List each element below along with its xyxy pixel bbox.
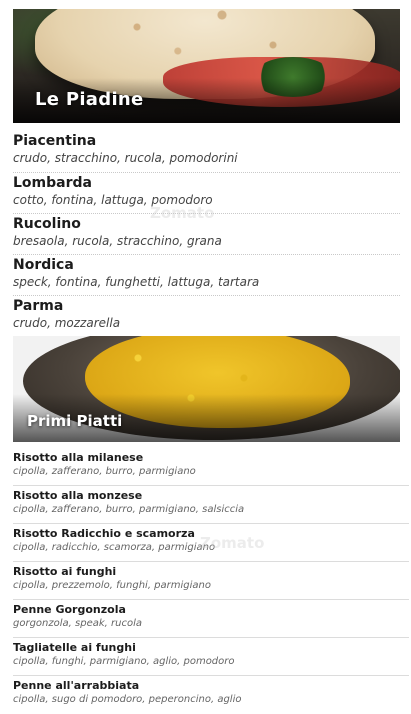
piadine-hero-image: Le Piadine <box>13 9 400 123</box>
menu-item-name: Rucolino <box>13 216 81 232</box>
menu-item-risotto-milanese[interactable]: Risotto alla milanese cipolla, zafferano… <box>13 448 409 486</box>
menu-item-ingredients: cipolla, zafferano, burro, parmigiano, s… <box>13 504 245 515</box>
menu-item-name: Nordica <box>13 257 74 273</box>
menu-item-name: Lombarda <box>13 175 92 191</box>
menu-item-tagliatelle-funghi[interactable]: Tagliatelle ai funghi cipolla, funghi, p… <box>13 638 409 676</box>
menu-item-parma[interactable]: Parma crudo, mozzarella <box>13 296 400 337</box>
menu-item-name: Piacentina <box>13 133 97 149</box>
menu-item-ingredients: cipolla, zafferano, burro, parmigiano <box>13 466 196 477</box>
menu-item-risotto-radicchio[interactable]: Risotto Radicchio e scamorza cipolla, ra… <box>13 524 409 562</box>
menu-item-rucolino[interactable]: Rucolino bresaola, rucola, stracchino, g… <box>13 214 400 255</box>
section-title-primi: Primi Piatti <box>27 412 123 430</box>
menu-item-name: Risotto ai funghi <box>13 565 117 578</box>
primi-hero-image: Primi Piatti <box>13 336 400 442</box>
menu-item-name: Risotto Radicchio e scamorza <box>13 527 195 540</box>
menu-item-ingredients: speck, fontina, funghetti, lattuga, tart… <box>13 275 260 289</box>
menu-item-ingredients: cipolla, sugo di pomodoro, peperoncino, … <box>13 694 242 705</box>
menu-item-nordica[interactable]: Nordica speck, fontina, funghetti, lattu… <box>13 255 400 296</box>
menu-item-piacentina[interactable]: Piacentina crudo, stracchino, rucola, po… <box>13 131 400 173</box>
menu-item-ingredients: crudo, stracchino, rucola, pomodorini <box>13 151 238 165</box>
menu-item-ingredients: cotto, fontina, lattuga, pomodoro <box>13 193 213 207</box>
menu-item-name: Parma <box>13 298 64 314</box>
menu-item-risotto-funghi[interactable]: Risotto ai funghi cipolla, prezzemolo, f… <box>13 562 409 600</box>
menu-item-name: Penne Gorgonzola <box>13 603 126 616</box>
menu-item-name: Penne all'arrabbiata <box>13 679 140 692</box>
menu-item-name: Tagliatelle ai funghi <box>13 641 136 654</box>
menu-item-risotto-monzese[interactable]: Risotto alla monzese cipolla, zafferano,… <box>13 486 409 524</box>
menu-item-ingredients: cipolla, prezzemolo, funghi, parmigiano <box>13 580 211 591</box>
menu-item-penne-gorgonzola[interactable]: Penne Gorgonzola gorgonzola, speak, ruco… <box>13 600 409 638</box>
primi-list: Risotto alla milanese cipolla, zafferano… <box>13 448 409 714</box>
menu-item-ingredients: cipolla, radicchio, scamorza, parmigiano <box>13 542 216 553</box>
menu-item-lombarda[interactable]: Lombarda cotto, fontina, lattuga, pomodo… <box>13 173 400 214</box>
menu-item-name: Risotto alla monzese <box>13 489 143 502</box>
menu-item-ingredients: gorgonzola, speak, rucola <box>13 618 142 629</box>
menu-item-name: Risotto alla milanese <box>13 451 144 464</box>
menu-item-ingredients: cipolla, funghi, parmigiano, aglio, pomo… <box>13 656 235 667</box>
piadine-list: Piacentina crudo, stracchino, rucola, po… <box>13 131 400 337</box>
menu-item-penne-arrabbiata[interactable]: Penne all'arrabbiata cipolla, sugo di po… <box>13 676 409 714</box>
section-title-piadine: Le Piadine <box>35 89 144 110</box>
menu-item-ingredients: bresaola, rucola, stracchino, grana <box>13 234 222 248</box>
menu-item-ingredients: crudo, mozzarella <box>13 316 121 330</box>
